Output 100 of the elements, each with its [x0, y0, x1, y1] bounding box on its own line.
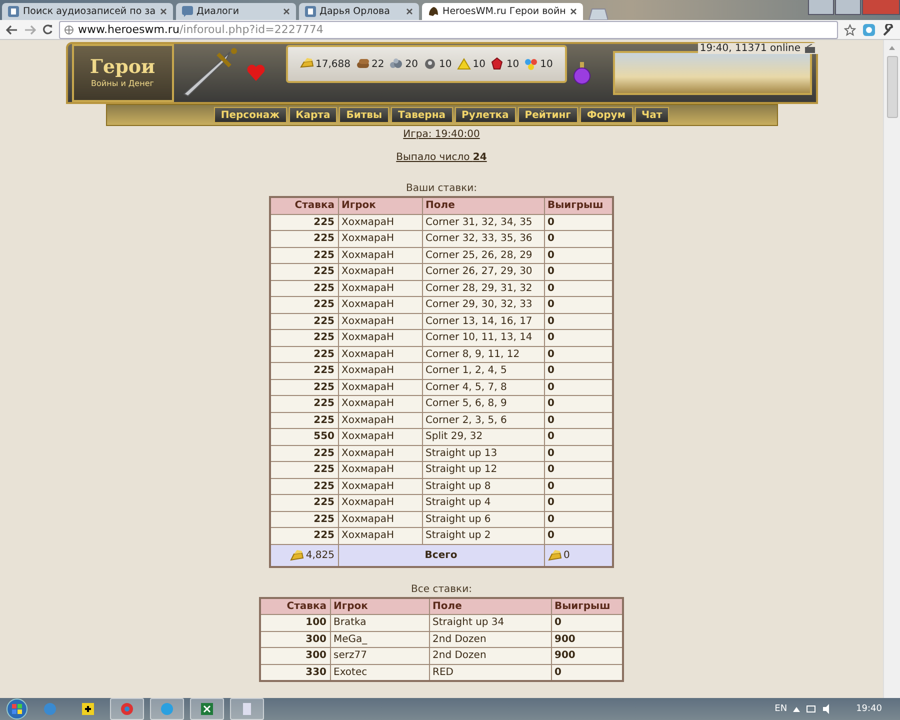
table-cell: ХохмараН	[338, 462, 422, 478]
favicon-icon	[304, 6, 316, 17]
table-cell: 225	[270, 412, 338, 428]
table-cell: Straight up 34	[429, 614, 551, 631]
language-indicator[interactable]: EN	[774, 704, 788, 714]
resource-count: 10	[438, 58, 452, 70]
menu-button[interactable]: Форум	[580, 107, 632, 123]
wood-icon	[356, 57, 370, 71]
browser-tab[interactable]: Поиск аудиозаписей по за	[2, 3, 173, 20]
table-cell: 0	[544, 462, 613, 478]
resource-count: 10	[506, 58, 520, 70]
browser-tab[interactable]: Диалоги	[176, 3, 296, 20]
table-cell: 0	[544, 230, 613, 247]
table-cell: ХохмараН	[338, 379, 422, 396]
resource-count: 10	[472, 58, 486, 70]
table-cell: Corner 2, 3, 5, 6	[422, 412, 544, 428]
table-cell: 900	[551, 631, 623, 648]
table-cell: Corner 25, 26, 28, 29	[422, 247, 544, 264]
table-caption: Все ставки:	[411, 584, 472, 594]
total-label: Всего	[338, 544, 544, 566]
table-cell: Corner 32, 33, 35, 36	[422, 230, 544, 247]
table-cell: ХохмараН	[338, 296, 422, 313]
total-win: 0	[564, 550, 570, 560]
browser-tab[interactable]: HeroesWM.ru Герои войн	[422, 3, 583, 20]
helmet-icon	[428, 6, 439, 17]
address-field[interactable]: www.heroeswm.ru/inforoul.php?id=2227774	[59, 20, 838, 38]
taskbar-clock[interactable]: 19:40	[856, 704, 882, 714]
table-cell: 225	[270, 214, 338, 230]
table-cell: Corner 8, 9, 11, 12	[422, 346, 544, 362]
menu-button[interactable]: Рейтинг	[518, 107, 578, 123]
menu-button[interactable]: Карта	[288, 107, 338, 123]
table-cell: RED	[429, 664, 551, 681]
table-cell: 0	[544, 528, 613, 544]
reload-icon	[42, 24, 53, 35]
table-cell: ХохмараН	[338, 412, 422, 428]
table-cell: 300	[260, 631, 330, 648]
forward-icon	[24, 24, 36, 34]
column-header: Игрок	[338, 197, 422, 214]
column-header: Поле	[422, 197, 544, 214]
table-cell: ХохмараН	[338, 428, 422, 445]
table-cell: 225	[270, 264, 338, 280]
table-cell: 225	[270, 445, 338, 462]
table-cell: 225	[270, 462, 338, 478]
table-cell: 0	[544, 264, 613, 280]
table-cell: 100	[260, 614, 330, 631]
table-cell: 0	[544, 412, 613, 428]
minimize-button[interactable]	[808, 0, 834, 15]
ingot-icon	[548, 549, 562, 561]
table-cell: 225	[270, 528, 338, 544]
column-header: Выигрыш	[551, 598, 623, 614]
close-icon	[282, 8, 290, 15]
online-clock: 19:40, 11371 online	[700, 43, 800, 54]
gems-icon	[524, 57, 538, 71]
table-cell: Corner 28, 29, 31, 32	[422, 280, 544, 296]
table-cell: ХохмараН	[338, 313, 422, 330]
menu-button[interactable]: Таверна	[391, 107, 452, 123]
menu-button[interactable]: Рулетка	[454, 107, 516, 123]
menu-button[interactable]: Персонаж	[214, 107, 287, 123]
new-tab-icon	[586, 8, 608, 20]
table-cell: ХохмараН	[338, 247, 422, 264]
table-cell: Exotec	[330, 664, 429, 681]
table-caption: Ваши ставки:	[406, 183, 478, 194]
table-cell: Corner 4, 5, 7, 8	[422, 379, 544, 396]
table-cell: 2nd Dozen	[429, 648, 551, 664]
table-cell: 0	[544, 214, 613, 230]
table-cell: ХохмараН	[338, 511, 422, 528]
table-cell: Corner 5, 6, 8, 9	[422, 396, 544, 412]
table-cell: Straight up 4	[422, 494, 544, 511]
table-cell: 0	[544, 247, 613, 264]
chat-icon	[182, 6, 193, 17]
close-icon	[406, 8, 413, 15]
table-cell: serz77	[330, 648, 429, 664]
table-cell: 2nd Dozen	[429, 631, 551, 648]
favicon-icon	[8, 6, 19, 17]
menu-button[interactable]: Чат	[634, 107, 670, 123]
resource-count: 20	[405, 58, 418, 70]
table-cell: 225	[270, 396, 338, 412]
table-cell: ХохмараН	[338, 528, 422, 544]
maximize-button[interactable]	[835, 0, 861, 15]
table-cell: 225	[270, 296, 338, 313]
table-cell: Straight up 12	[422, 462, 544, 478]
star-icon	[844, 24, 856, 36]
game-time-link[interactable]: Игра: 19:40:00	[403, 129, 480, 140]
table-cell: 225	[270, 379, 338, 396]
table-cell: 225	[270, 478, 338, 494]
potion-icon	[572, 61, 591, 85]
result-link[interactable]: Выпало число 24	[396, 152, 487, 163]
browser-tab[interactable]: Дарья Орлова	[298, 3, 419, 20]
sulfur-icon	[456, 57, 471, 71]
menu-button[interactable]: Битвы	[339, 107, 389, 123]
table-cell: 225	[270, 280, 338, 296]
table-cell: ХохмараН	[338, 362, 422, 379]
spreadsheet-icon	[200, 702, 214, 716]
table-cell: ХохмараН	[338, 396, 422, 412]
column-header: Поле	[429, 598, 551, 614]
table-cell: 225	[270, 230, 338, 247]
table-cell: 0	[544, 445, 613, 462]
table-cell: 900	[551, 648, 623, 664]
table-cell: 225	[270, 247, 338, 264]
scrollbar[interactable]	[883, 40, 900, 698]
